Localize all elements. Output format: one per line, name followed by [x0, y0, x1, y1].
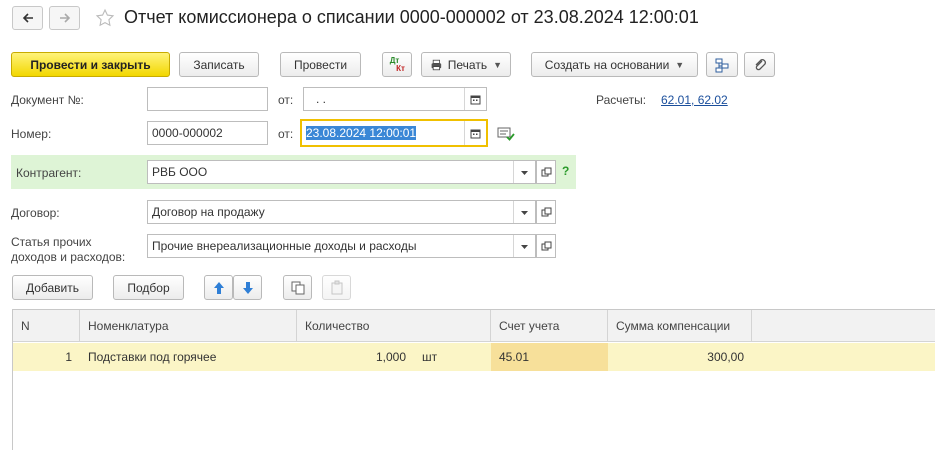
- move-up-button[interactable]: [204, 275, 233, 300]
- header-n[interactable]: N: [13, 310, 80, 342]
- print-button[interactable]: Печать ▼: [421, 52, 511, 77]
- counterparty-label: Контрагент:: [16, 166, 82, 180]
- arrow-up-icon: [213, 281, 224, 294]
- copy-row-button[interactable]: [283, 275, 312, 300]
- pick-button[interactable]: Подбор: [113, 275, 184, 300]
- open-window-icon: [541, 207, 551, 216]
- back-button[interactable]: [12, 6, 43, 30]
- pick-label: Подбор: [127, 280, 170, 295]
- print-label: Печать: [447, 57, 488, 72]
- arrow-left-icon: [22, 13, 33, 23]
- header-account[interactable]: Счет учета: [491, 310, 608, 342]
- number-field[interactable]: 0000-000002: [147, 121, 268, 145]
- calendar-icon: [470, 129, 481, 138]
- arrow-right-icon: [59, 13, 70, 23]
- header-item[interactable]: Номенклатура: [80, 310, 297, 342]
- calendar-icon: [470, 95, 481, 104]
- date-from-label: от:: [278, 127, 294, 141]
- structure-button[interactable]: [706, 52, 738, 77]
- paste-icon: [331, 280, 342, 294]
- chevron-down-icon: [521, 210, 528, 215]
- chevron-down-icon: [521, 170, 528, 175]
- cell-sum[interactable]: 300,00: [608, 343, 752, 371]
- kt-label: Кт: [396, 63, 405, 73]
- document-structure-icon: [715, 58, 729, 72]
- save-label: Записать: [193, 57, 245, 72]
- article-label-line2: доходов и расходов:: [11, 250, 126, 264]
- create-based-on-label: Создать на основании: [544, 57, 670, 72]
- open-window-icon: [541, 241, 551, 250]
- doc-date-value: . .: [316, 92, 327, 106]
- header-sum[interactable]: Сумма компенсации: [608, 310, 752, 342]
- help-icon[interactable]: ?: [562, 164, 569, 178]
- move-down-button[interactable]: [233, 275, 262, 300]
- cell-n[interactable]: 1: [13, 343, 80, 371]
- contract-label: Договор:: [11, 206, 60, 220]
- post-button[interactable]: Провести: [280, 52, 361, 77]
- open-window-icon: [541, 167, 551, 176]
- post-and-close-button[interactable]: Провести и закрыть: [11, 52, 170, 77]
- arrow-down-icon: [242, 281, 253, 294]
- page-title: Отчет комиссионера о списании 0000-00000…: [124, 7, 699, 27]
- cell-item[interactable]: Подставки под горячее: [80, 343, 297, 371]
- paperclip-icon: [755, 58, 766, 70]
- counterparty-value: РВБ ООО: [152, 165, 208, 179]
- goods-table[interactable]: N Номенклатура Количество Счет учета Сум…: [12, 309, 935, 450]
- doc-number-label: Документ №:: [11, 93, 84, 107]
- paste-button[interactable]: [322, 275, 351, 300]
- create-based-on-button[interactable]: Создать на основании ▼: [531, 52, 698, 77]
- number-value: 0000-000002: [152, 126, 223, 140]
- article-label-line1: Статья прочих: [11, 235, 92, 249]
- contract-open-button[interactable]: [536, 200, 556, 224]
- post-label: Провести: [293, 57, 348, 72]
- dropdown-button[interactable]: [513, 161, 535, 183]
- doc-date-from-label: от:: [278, 93, 294, 107]
- table-header: N Номенклатура Количество Счет учета Сум…: [13, 310, 935, 342]
- attach-file-button[interactable]: [744, 52, 775, 77]
- cell-unit[interactable]: шт: [414, 343, 491, 371]
- dropdown-button[interactable]: [513, 235, 535, 257]
- table-row[interactable]: 1 Подставки под горячее 1,000 шт 45.01 3…: [13, 343, 935, 371]
- article-field[interactable]: Прочие внереализационные доходы и расход…: [147, 234, 536, 258]
- chevron-down-icon: [521, 244, 528, 249]
- star-icon[interactable]: [95, 8, 115, 28]
- date-value: 23.08.2024 12:00:01: [306, 126, 417, 140]
- contract-value: Договор на продажу: [152, 205, 265, 219]
- counterparty-open-button[interactable]: [536, 160, 556, 184]
- accounts-link[interactable]: 62.01, 62.02: [661, 93, 728, 107]
- doc-date-field[interactable]: . .: [303, 87, 487, 111]
- printer-icon: [431, 59, 442, 70]
- article-value: Прочие внереализационные доходы и расход…: [152, 239, 417, 253]
- dt-kt-button[interactable]: Дт Кт: [382, 52, 412, 77]
- accounts-label: Расчеты:: [596, 93, 647, 107]
- cell-account[interactable]: 45.01: [491, 343, 608, 371]
- post-and-close-label: Провести и закрыть: [30, 57, 151, 72]
- forward-button[interactable]: [49, 6, 80, 30]
- header-qty[interactable]: Количество: [297, 310, 491, 342]
- calendar-button[interactable]: [464, 121, 486, 145]
- copy-icon: [291, 281, 304, 294]
- chevron-down-icon: ▼: [675, 59, 685, 70]
- contract-field[interactable]: Договор на продажу: [147, 200, 536, 224]
- calendar-button[interactable]: [464, 88, 486, 110]
- cell-qty[interactable]: 1,000: [297, 343, 414, 371]
- counterparty-field[interactable]: РВБ ООО: [147, 160, 536, 184]
- dt-kt-icon: Дт Кт: [389, 56, 405, 73]
- add-row-button[interactable]: Добавить: [12, 275, 93, 300]
- comment-check-icon[interactable]: [497, 126, 515, 142]
- doc-number-field[interactable]: [147, 87, 268, 111]
- dropdown-button[interactable]: [513, 201, 535, 223]
- save-button[interactable]: Записать: [179, 52, 259, 77]
- number-label: Номер:: [11, 127, 52, 141]
- add-row-label: Добавить: [25, 280, 80, 295]
- chevron-down-icon: ▼: [493, 59, 502, 70]
- article-open-button[interactable]: [536, 234, 556, 258]
- date-field[interactable]: 23.08.2024 12:00:01: [300, 119, 488, 147]
